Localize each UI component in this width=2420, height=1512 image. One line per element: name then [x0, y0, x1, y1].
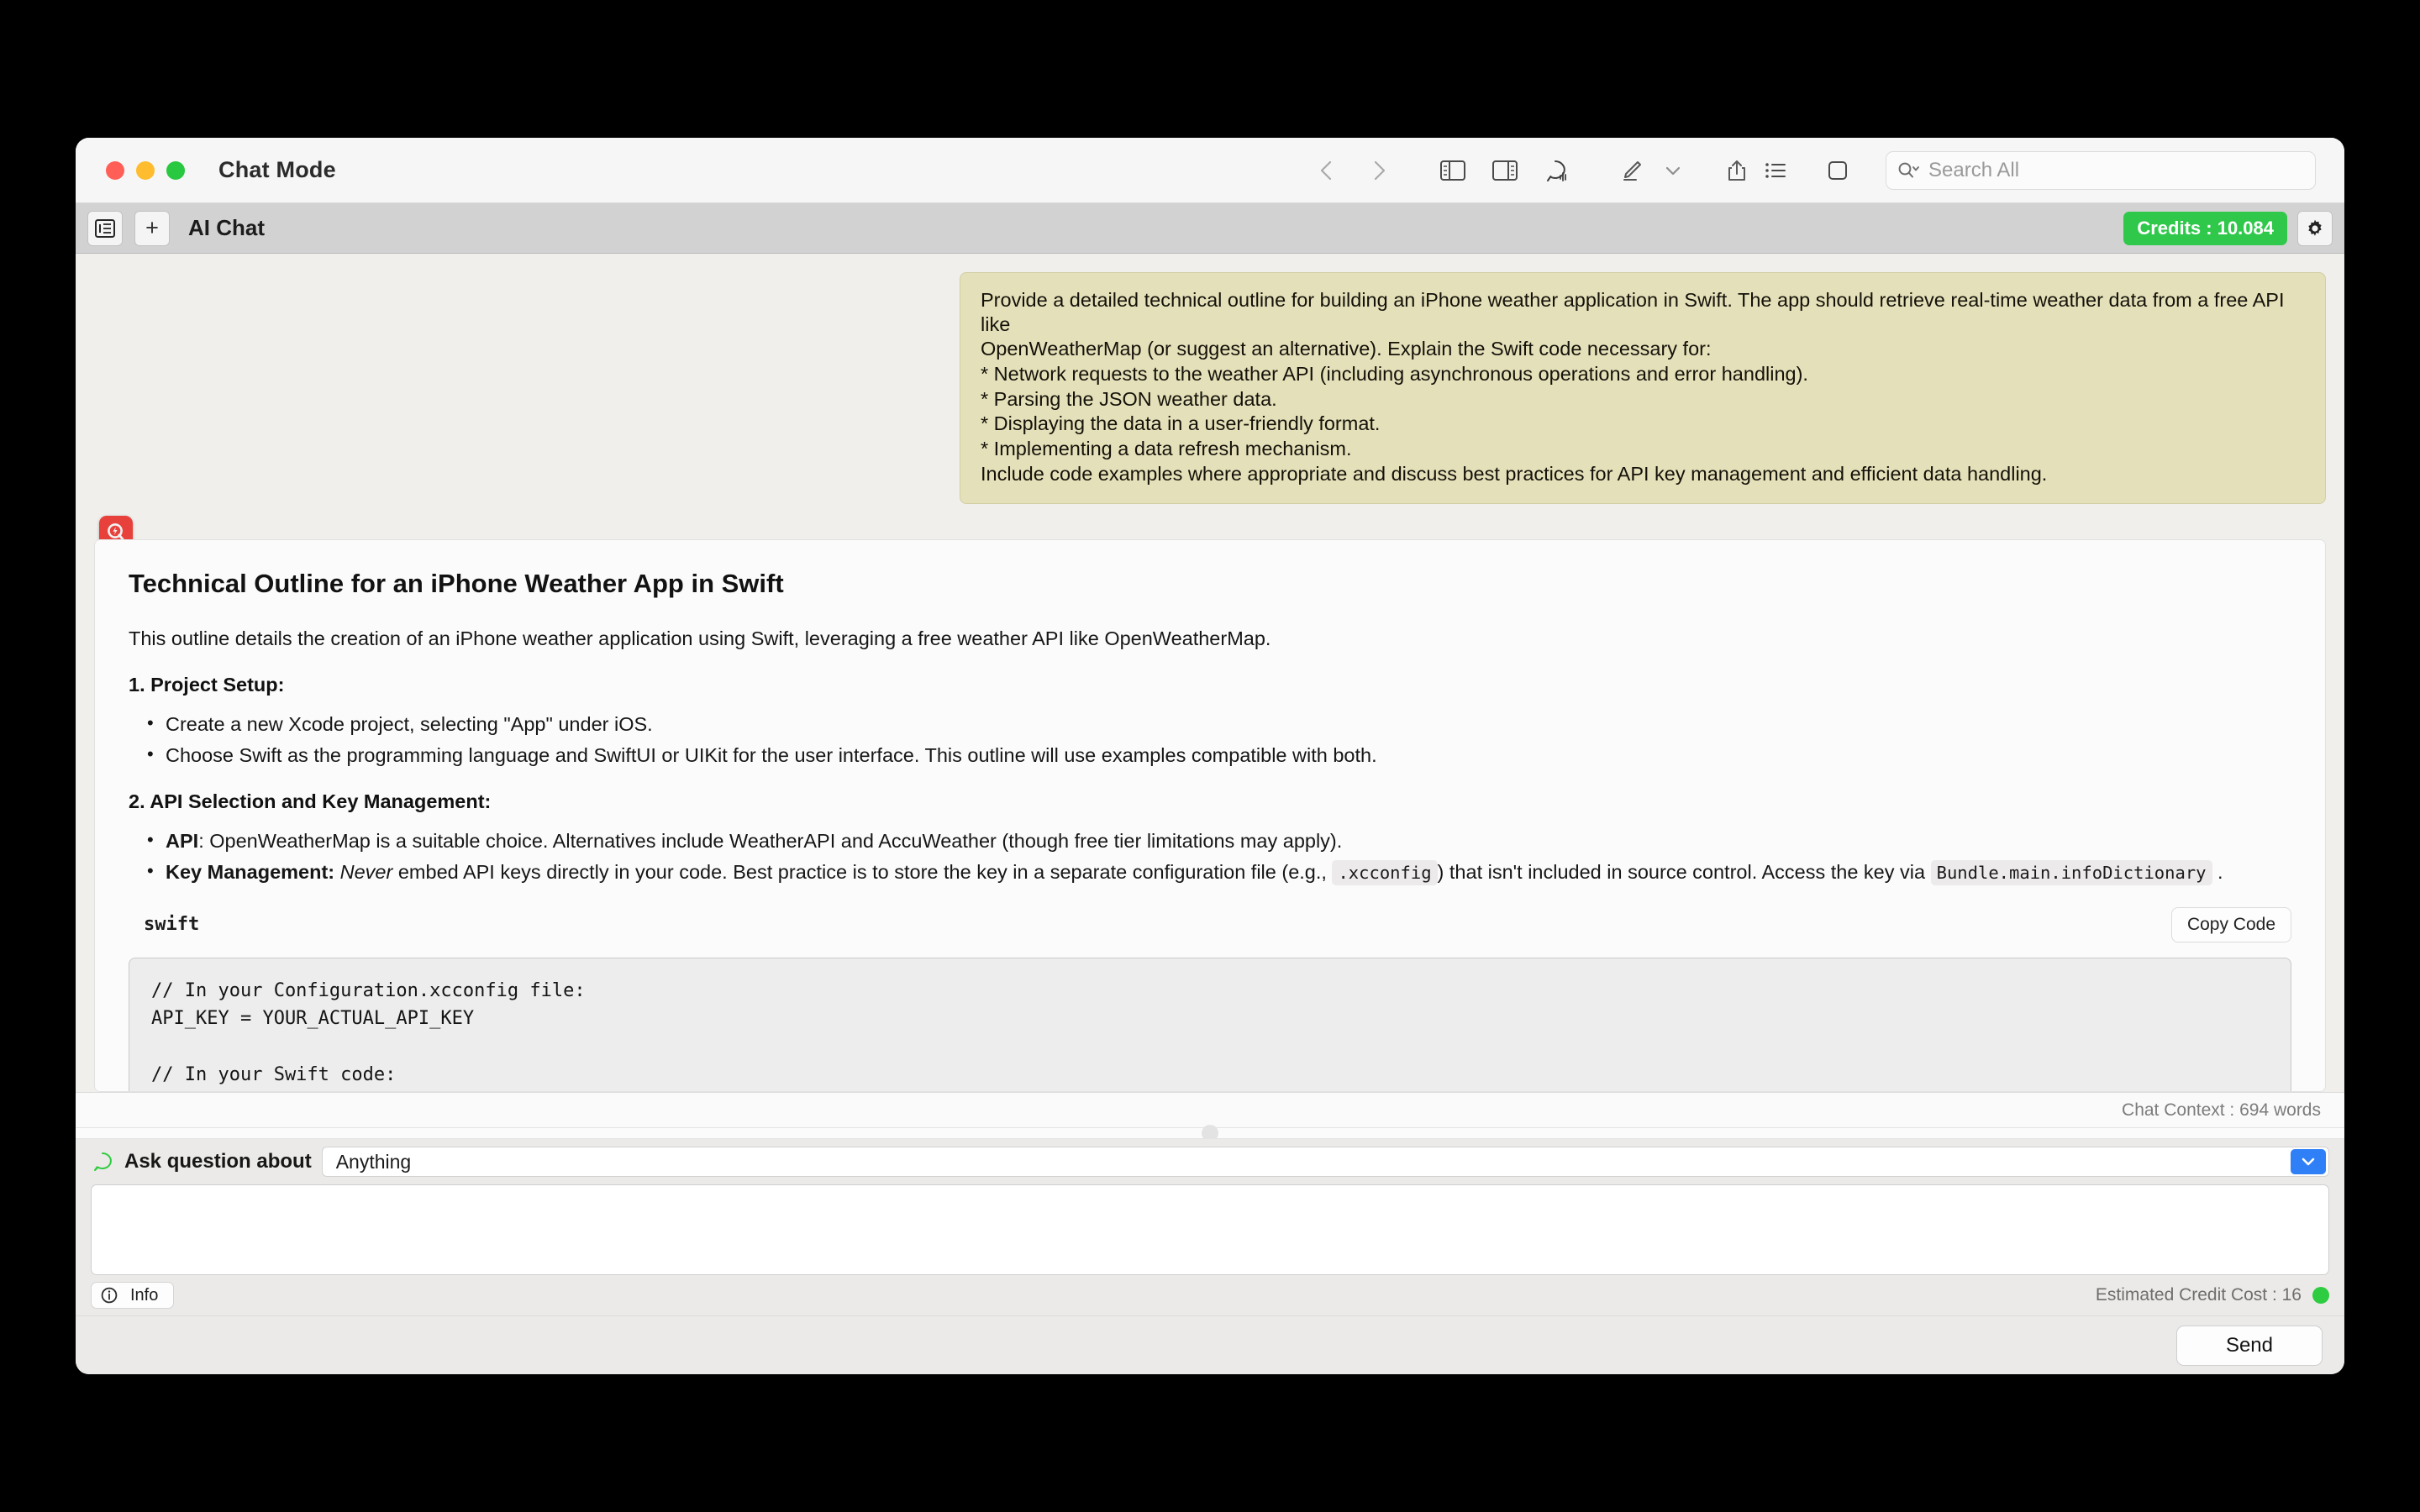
credit-status-group: Estimated Credit Cost : 16 [2096, 1285, 2329, 1305]
chat-waveform-icon[interactable] [1531, 144, 1583, 197]
chevron-down-icon[interactable] [2291, 1149, 2326, 1174]
chat-context-text: Chat Context : 694 words [2122, 1100, 2321, 1120]
conversation-area: Provide a detailed technical outline for… [76, 254, 2344, 1092]
code-block-header: swift Copy Code [129, 906, 2291, 942]
chat-context-bar: Chat Context : 694 words [76, 1092, 2344, 1127]
section-2-title: 2. API Selection and Key Management: [129, 790, 492, 812]
chat-header-bar: + AI Chat Credits : 10.084 [76, 203, 2344, 254]
copy-code-button[interactable]: Copy Code [2170, 906, 2291, 942]
toolbar-right-group: Search All [1749, 138, 2316, 203]
window-title: Chat Mode [218, 157, 336, 182]
bullet-label: Key Management: [166, 860, 335, 883]
chevron-down-icon[interactable] [1657, 144, 1689, 197]
user-line: Include code examples where appropriate … [981, 462, 2048, 485]
list-item: Choose Swift as the programming language… [129, 742, 2291, 769]
composer-panel: Ask question about Anything Info Estimat… [76, 1139, 2344, 1374]
bullet-emphasis: Never [339, 860, 393, 883]
pane-splitter[interactable] [76, 1125, 2344, 1142]
ask-scope-dropdown[interactable]: Anything [321, 1147, 2329, 1177]
section-2-list: API: OpenWeatherMap is a suitable choice… [129, 827, 2291, 885]
composer-status-row: Info Estimated Credit Cost : 16 [76, 1275, 2344, 1315]
bullet-text: : OpenWeatherMap is a suitable choice. A… [198, 829, 1343, 852]
bullet-text: ) that isn't included in source control.… [1437, 860, 1926, 883]
send-row: Send [76, 1315, 2344, 1374]
gear-icon[interactable] [2297, 210, 2333, 246]
search-placeholder-text: Search All [1928, 159, 2020, 181]
search-icon [1898, 162, 1919, 178]
message-input[interactable] [91, 1184, 2329, 1275]
forward-chevron-icon[interactable] [1353, 144, 1405, 197]
estimated-credit-cost: Estimated Credit Cost : 16 [2095, 1285, 2302, 1305]
user-line: Provide a detailed technical outline for… [981, 289, 2285, 335]
user-message-bubble: Provide a detailed technical outline for… [960, 272, 2326, 505]
section-1-title: 1. Project Setup: [129, 673, 285, 696]
right-sidebar-toggle-icon[interactable] [1479, 144, 1531, 197]
info-button[interactable]: Info [91, 1282, 175, 1309]
page-title: Technical Outline for an iPhone Weather … [129, 569, 784, 599]
bullet-text: embed API keys directly in your code. Be… [392, 860, 1327, 883]
user-line: * Parsing the JSON weather data. [981, 387, 1277, 410]
ask-question-row: Ask question about Anything [76, 1139, 2344, 1184]
window-titlebar: Chat Mode Search All [76, 138, 2344, 203]
status-badge [2312, 1287, 2329, 1304]
close-window-button[interactable] [106, 160, 124, 180]
list-view-icon[interactable] [1749, 144, 1802, 197]
credits-badge: Credits : 10.084 [2123, 211, 2287, 245]
user-line: OpenWeatherMap (or suggest an alternativ… [981, 338, 1712, 360]
assistant-message-row: Technical Outline for an iPhone Weather … [76, 516, 2344, 1092]
list-item: Key Management: Never embed API keys dir… [129, 858, 2291, 885]
intro-paragraph: This outline details the creation of an … [129, 627, 1271, 650]
info-button-label: Info [130, 1285, 159, 1305]
assistant-response-card: Technical Outline for an iPhone Weather … [94, 539, 2326, 1092]
list-item: API: OpenWeatherMap is a suitable choice… [129, 827, 2291, 854]
ask-question-label: Ask question about [124, 1150, 312, 1173]
user-line: * Implementing a data refresh mechanism. [981, 437, 1352, 459]
info-circle-icon [101, 1287, 118, 1304]
toolbar-center-group [1301, 138, 1763, 203]
left-sidebar-toggle-icon[interactable] [1427, 144, 1479, 197]
highlighter-pen-icon[interactable] [1605, 144, 1657, 197]
square-view-icon[interactable] [1812, 144, 1864, 197]
inline-code: Bundle.main.infoDictionary [1930, 859, 2212, 885]
zoom-window-button[interactable] [166, 160, 185, 180]
list-item: Create a new Xcode project, selecting "A… [129, 711, 2291, 738]
traffic-lights [106, 160, 185, 180]
bullet-label: API [166, 829, 199, 852]
minimize-window-button[interactable] [136, 160, 155, 180]
chat-header-right-group: Credits : 10.084 [2123, 210, 2333, 246]
back-chevron-icon[interactable] [1301, 144, 1353, 197]
app-window: Chat Mode Search All + AI Chat Credits:… [76, 138, 2344, 1374]
search-field[interactable]: Search All [1886, 151, 2316, 190]
user-line: * Network requests to the weather API (i… [981, 362, 1808, 385]
inline-code: .xcconfig [1332, 859, 1438, 885]
code-language-label: swift [144, 914, 200, 936]
section-1-list: Create a new Xcode project, selecting "A… [129, 711, 2291, 769]
user-line: * Displaying the data in a user-friendly… [981, 412, 1381, 435]
user-message-row: Provide a detailed technical outline for… [76, 254, 2344, 505]
speech-bubble-icon [94, 1152, 112, 1171]
code-block: // In your Configuration.xcconfig file: … [129, 957, 2291, 1092]
ask-scope-value: Anything [335, 1150, 412, 1173]
list-panel-icon[interactable] [87, 210, 123, 246]
new-chat-button[interactable]: + [134, 210, 170, 246]
send-button[interactable]: Send [2175, 1325, 2323, 1366]
bullet-text: . [2217, 860, 2223, 883]
chat-title: AI Chat [188, 215, 265, 240]
